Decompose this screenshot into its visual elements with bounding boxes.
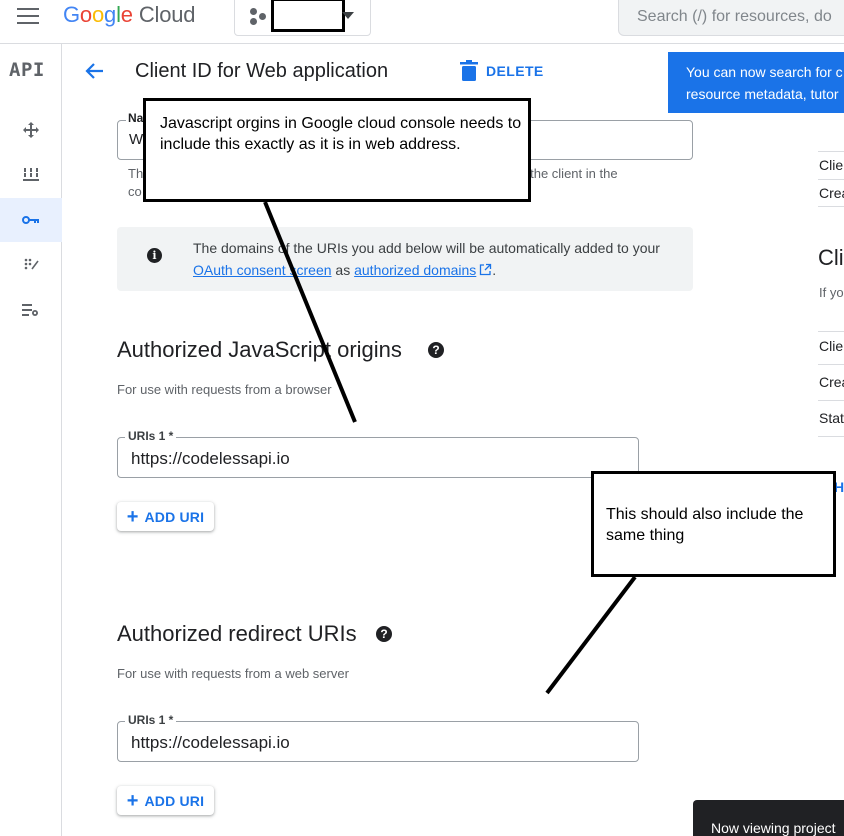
- right-panel-row: Clie: [819, 338, 844, 354]
- info-text-middle: as: [331, 262, 355, 278]
- js-origin-uri-label: URIs 1 *: [125, 429, 177, 443]
- authorized-domains-label: authorized domains: [354, 262, 477, 278]
- right-panel-subtitle: If yo: [819, 285, 844, 300]
- oauth-consent-screen-link[interactable]: OAuth consent screen: [193, 262, 332, 278]
- right-panel-row: Crea: [819, 185, 844, 201]
- hamburger-menu-icon[interactable]: [17, 8, 41, 28]
- plus-icon: +: [126, 789, 139, 812]
- api-badge: API: [9, 59, 45, 81]
- grid-icon[interactable]: [0, 153, 62, 197]
- right-panel-divider: [818, 151, 844, 152]
- name-help-text-2: co: [128, 184, 142, 199]
- info-text-before: The domains of the URIs you add below wi…: [193, 240, 660, 256]
- redirect-uris-subtitle: For use with requests from a web server: [117, 666, 349, 681]
- back-arrow-icon[interactable]: [83, 60, 105, 82]
- js-origins-subtitle: For use with requests from a browser: [117, 382, 332, 397]
- help-icon[interactable]: ?: [376, 626, 392, 642]
- annotation-callout-1: Javascript orgins in Google cloud consol…: [143, 98, 531, 202]
- info-icon: i: [147, 248, 162, 263]
- js-origin-uri-value: https://codelessapi.io: [131, 449, 290, 468]
- add-uri-label: ADD URI: [144, 508, 205, 525]
- annotation-arrow-line: [545, 575, 637, 695]
- project-name-redacted: [271, 0, 345, 32]
- authorized-domains-link[interactable]: authorized domains: [354, 262, 476, 278]
- credentials-icon[interactable]: [0, 243, 62, 287]
- right-panel-divider: [818, 364, 844, 365]
- right-panel-row: Clie: [819, 157, 844, 173]
- chevron-down-icon[interactable]: [342, 12, 354, 19]
- notice-line-2: resource metadata, tutor: [686, 86, 839, 102]
- name-help-text-right: y the client in the: [520, 166, 618, 181]
- domains-info-text: The domains of the URIs you add below wi…: [193, 237, 663, 281]
- move-icon[interactable]: [0, 108, 62, 152]
- name-help-text-1: Th: [128, 166, 144, 181]
- delete-label: DELETE: [486, 63, 544, 79]
- external-link-icon: [480, 263, 492, 276]
- toast-notification: Now viewing project: [693, 800, 844, 836]
- notice-line-1: You can now search for c: [686, 64, 843, 80]
- right-panel-divider: [818, 400, 844, 401]
- right-panel-divider: [818, 179, 844, 180]
- project-icon: [250, 8, 268, 26]
- js-origins-title: Authorized JavaScript origins: [117, 337, 402, 362]
- search-placeholder: Search (/) for resources, do: [637, 8, 832, 25]
- settings-list-icon[interactable]: [0, 288, 62, 332]
- info-text-after: .: [492, 262, 497, 278]
- trash-icon: [460, 60, 478, 81]
- right-panel-divider: [818, 331, 844, 332]
- redirect-uris-title: Authorized redirect URIs: [117, 621, 357, 646]
- right-panel-heading: Cli: [818, 245, 844, 270]
- logo-cloud-text: Cloud: [138, 2, 196, 27]
- page-title: Client ID for Web application: [135, 60, 389, 82]
- google-cloud-logo[interactable]: Google Cloud: [63, 2, 195, 28]
- search-input[interactable]: Search (/) for resources, do: [618, 0, 844, 36]
- delete-button[interactable]: DELETE: [460, 58, 544, 84]
- search-notice-banner[interactable]: You can now search for c resource metada…: [668, 52, 844, 113]
- key-icon[interactable]: [0, 198, 62, 242]
- right-panel-divider: [818, 206, 844, 207]
- right-panel-divider: [818, 436, 844, 437]
- annotation-callout-2: This should also include the same thing: [591, 471, 836, 577]
- right-panel-row: Crea: [819, 374, 844, 390]
- redirect-uri-label: URIs 1 *: [125, 713, 177, 727]
- right-panel-row: Stat: [819, 410, 844, 426]
- logo-google-text: Google: [63, 2, 133, 27]
- add-redirect-uri-button[interactable]: + ADD URI: [117, 786, 214, 815]
- add-js-origin-button[interactable]: + ADD URI: [117, 502, 214, 531]
- redirect-uri-value: https://codelessapi.io: [131, 733, 290, 752]
- add-uri-label: ADD URI: [144, 792, 205, 809]
- plus-icon: +: [126, 505, 139, 528]
- help-icon[interactable]: ?: [428, 342, 444, 358]
